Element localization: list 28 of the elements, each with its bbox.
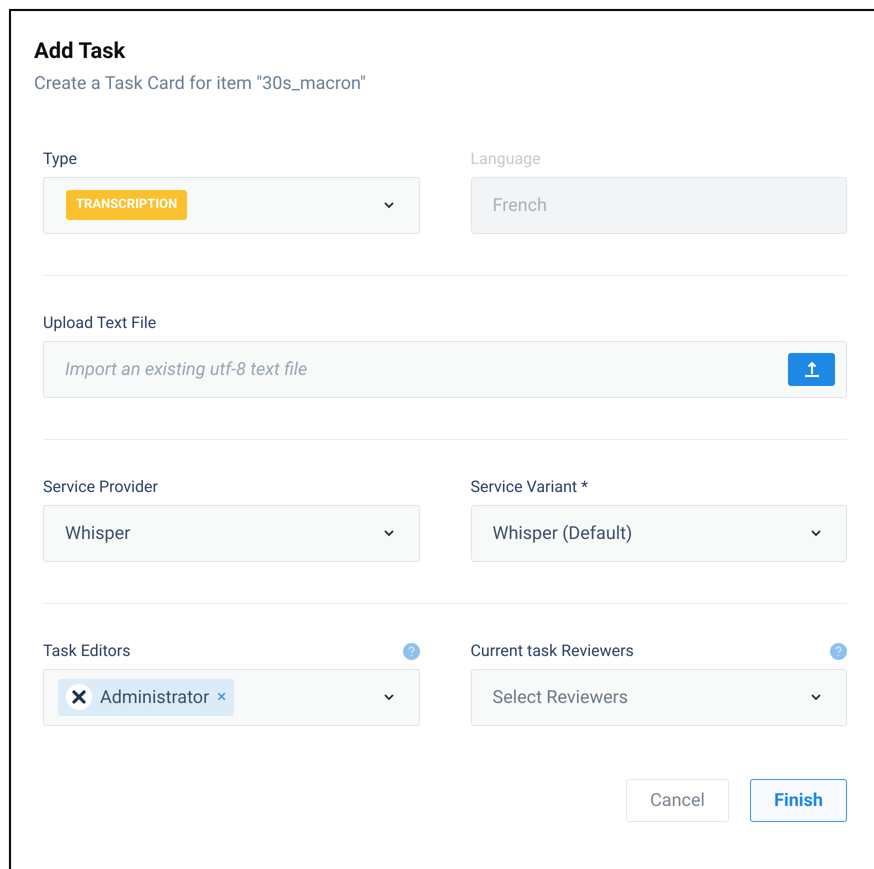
dropdown-field[interactable]: Administrator ×: [43, 668, 420, 726]
field-label: Task Editors: [43, 640, 130, 662]
chevron-down-icon: [382, 529, 394, 537]
upload-icon: [802, 360, 820, 378]
finish-button[interactable]: Finish: [750, 778, 847, 822]
chevron-down-icon: [382, 693, 394, 701]
chip-label: Administrator: [100, 686, 210, 710]
input-field: French: [470, 176, 847, 234]
chevron-down-icon: [382, 201, 394, 209]
field-label: Service Provider: [43, 476, 158, 498]
type-tag: TRANSCRIPTION: [66, 190, 188, 220]
upload-button[interactable]: [788, 352, 835, 386]
field-label: Current task Reviewers: [470, 640, 634, 662]
file-field[interactable]: Import an existing utf-8 text file: [43, 340, 847, 398]
avatar-icon: [66, 684, 92, 710]
field-label: Type: [43, 148, 78, 170]
chevron-down-icon: [810, 693, 822, 701]
field-label: Language: [470, 148, 541, 170]
field-label: Upload Text File: [43, 312, 156, 334]
dialog-subtitle: Create a Task Card for item "30s_macron": [34, 72, 367, 96]
dialog-title: Add Task: [34, 38, 126, 66]
cancel-button[interactable]: Cancel: [626, 778, 729, 822]
dropdown-field[interactable]: Whisper: [43, 504, 420, 562]
chevron-down-icon: [810, 529, 822, 537]
dropdown-field[interactable]: Select Reviewers: [470, 668, 847, 726]
dropdown-field[interactable]: Whisper (Default): [470, 504, 847, 562]
field-label: Service Variant *: [470, 476, 588, 498]
remove-chip-button[interactable]: ×: [217, 688, 226, 706]
